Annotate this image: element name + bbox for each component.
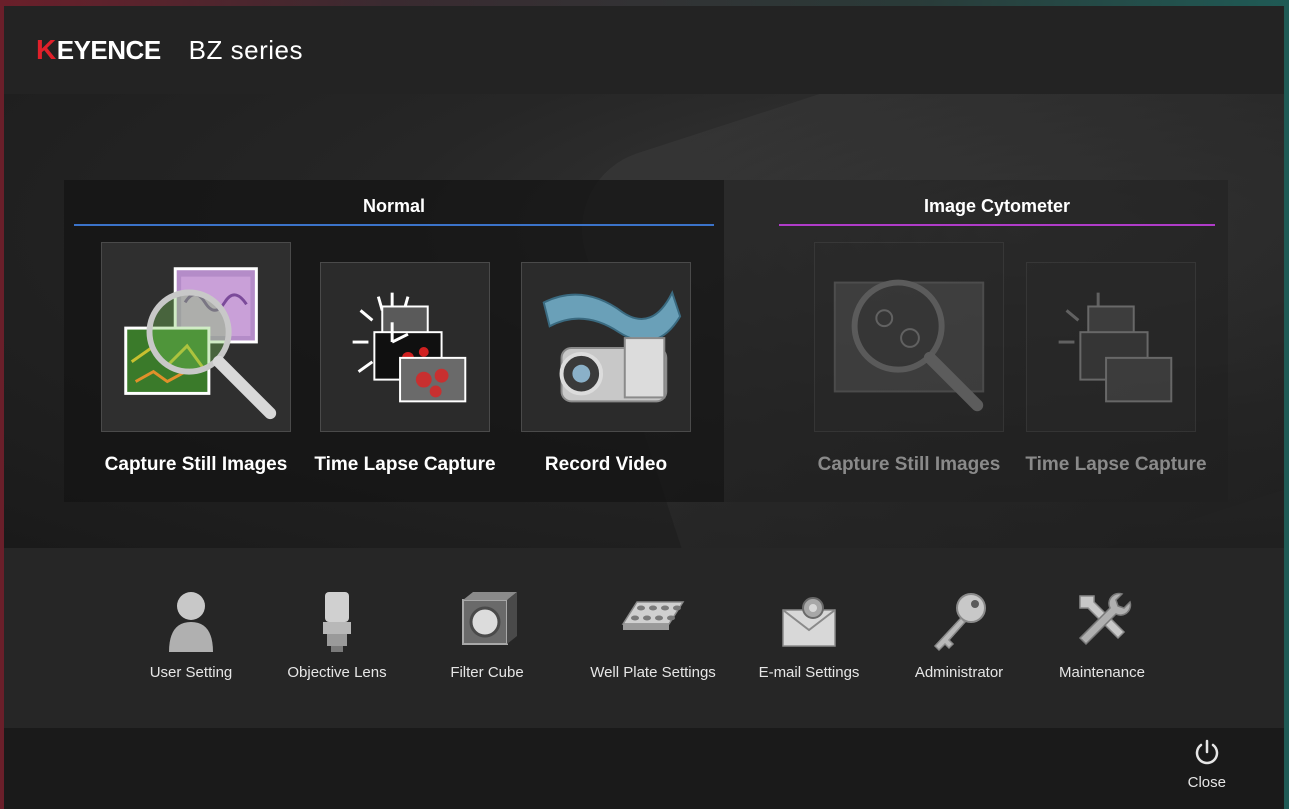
launcher-area: Normal Image Cytometer Capture Still Ima… [4,94,1284,548]
setting-label-maintenance: Maintenance [1059,664,1145,681]
setting-filter-cube[interactable]: Filter Cube [429,588,545,681]
magnifier-cells-icon [833,279,985,412]
tile-label-time-lapse-capture: Time Lapse Capture [314,454,496,475]
tile-capture-still-images[interactable] [101,242,291,432]
brand-mark: K [36,34,56,65]
keyence-logo: K EYENCE [36,34,161,66]
setting-label-filter-cube: Filter Cube [450,664,524,681]
clock-images-icon [352,292,467,403]
main-window: K EYENCE BZ series Normal Image Cytometer [4,6,1284,809]
footer-bar: Close [4,728,1284,809]
setting-email-settings[interactable]: E-mail Settings [752,588,866,681]
section-divider-cytometer [779,224,1215,226]
key-icon [933,593,986,652]
section-title-normal: Normal [362,196,425,216]
video-camera-film-icon [542,290,682,403]
objective-lens-icon [323,592,351,652]
brand-rest: EYENCE [56,34,161,65]
settings-bar: User Setting Objective Lens Filter Cube [4,548,1284,728]
section-title-cytometer: Image Cytometer [923,196,1071,216]
tile-cyto-capture-still-images[interactable] [814,242,1004,432]
tile-label-cyto-time-lapse-capture: Time Lapse Capture [1025,454,1207,475]
tile-label-record-video: Record Video [544,454,668,475]
well-plate-icon [621,601,685,630]
setting-well-plate-settings[interactable]: Well Plate Settings [584,588,722,681]
setting-label-objective-lens: Objective Lens [287,664,387,681]
setting-label-well-plate-settings: Well Plate Settings [590,664,716,681]
title-bar: K EYENCE BZ series [4,6,1284,94]
setting-label-email-settings: E-mail Settings [758,664,860,681]
section-divider-normal [74,224,714,226]
email-gear-icon [782,597,836,647]
clock-cells-icon [1058,292,1173,403]
user-icon [169,592,213,652]
tile-label-cyto-capture-still-images: Capture Still Images [817,454,1001,475]
setting-label-administrator: Administrator [914,664,1004,681]
tile-cyto-time-lapse-capture[interactable] [1026,262,1196,432]
tile-time-lapse-capture[interactable] [320,262,490,432]
setting-objective-lens[interactable]: Objective Lens [272,588,402,681]
tile-label-capture-still-images: Capture Still Images [104,454,288,475]
tools-icon [1078,592,1132,646]
close-button[interactable]: Close [1188,738,1226,791]
magnifier-micrograph-icon [124,267,277,420]
filter-cube-icon [462,592,517,645]
tile-record-video[interactable] [521,262,691,432]
setting-administrator[interactable]: Administrator [904,588,1014,681]
product-name: BZ series [188,34,303,65]
setting-maintenance[interactable]: Maintenance [1050,588,1154,681]
setting-user-setting[interactable]: User Setting [131,588,251,681]
close-label: Close [1187,774,1226,791]
power-icon [1195,739,1218,765]
setting-label-user-setting: User Setting [149,664,233,681]
